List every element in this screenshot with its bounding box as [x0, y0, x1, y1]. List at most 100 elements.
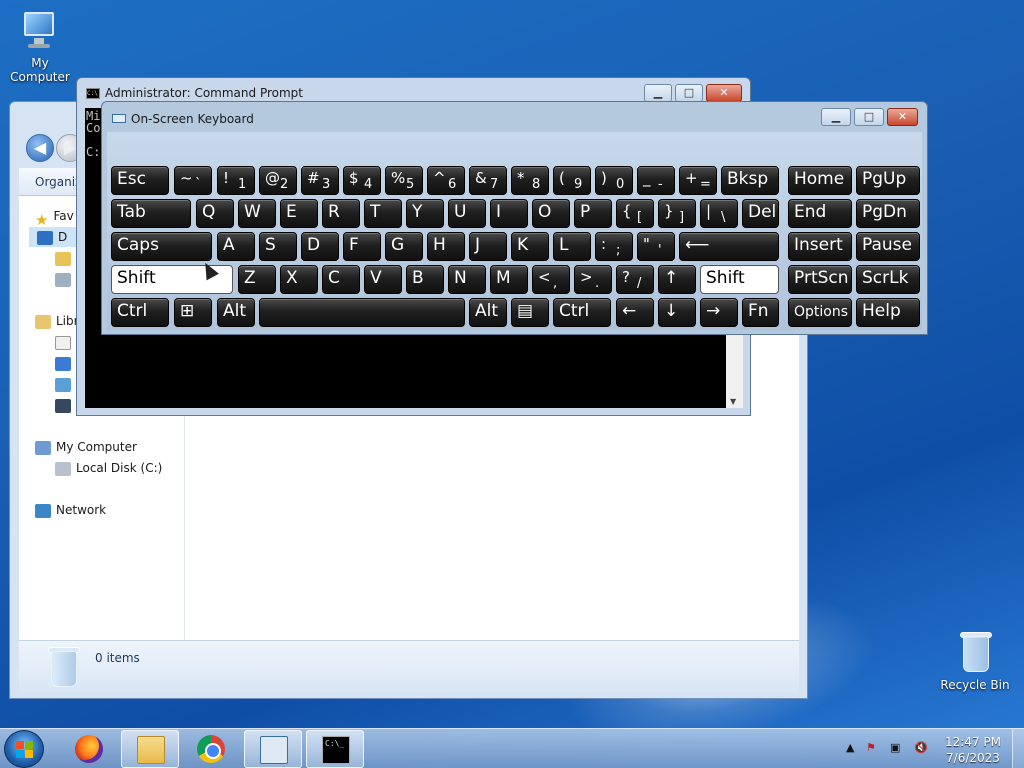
- sidebar-item-favorites[interactable]: ★ Fav: [35, 206, 74, 229]
- key-[interactable]: + =: [679, 166, 717, 195]
- start-button[interactable]: [4, 730, 44, 768]
- taskbar-firefox[interactable]: [60, 730, 118, 768]
- key-x[interactable]: X: [280, 265, 318, 294]
- organize-menu[interactable]: Organiz: [35, 175, 81, 189]
- key-prtscn[interactable]: PrtScn: [788, 265, 852, 294]
- sidebar-item-my-computer[interactable]: My Computer: [35, 437, 137, 457]
- key-[interactable]: }]: [658, 199, 696, 228]
- key-g[interactable]: G: [385, 232, 423, 261]
- taskbar-on-screen-keyboard[interactable]: [244, 730, 302, 768]
- volume-muted-icon[interactable]: 🔇: [914, 741, 928, 754]
- key-l[interactable]: L: [553, 232, 591, 261]
- key-k[interactable]: K: [511, 232, 549, 261]
- key-j[interactable]: J: [469, 232, 507, 261]
- key-[interactable]: <,: [532, 265, 570, 294]
- key-[interactable]: :;: [595, 232, 633, 261]
- back-button[interactable]: ◀: [26, 134, 54, 162]
- key-f[interactable]: F: [343, 232, 381, 261]
- key-r[interactable]: R: [322, 199, 360, 228]
- key-q[interactable]: Q: [196, 199, 234, 228]
- key-3[interactable]: #3: [301, 166, 339, 195]
- key-[interactable]: ←: [616, 298, 654, 327]
- key-t[interactable]: T: [364, 199, 402, 228]
- key-7[interactable]: & 7: [469, 166, 507, 195]
- key-pgdn[interactable]: PgDn: [856, 199, 920, 228]
- key-alt[interactable]: Alt: [217, 298, 255, 327]
- key-e[interactable]: E: [280, 199, 318, 228]
- key-options[interactable]: Options: [788, 298, 852, 327]
- action-center-icon[interactable]: ⚑: [866, 741, 876, 754]
- key-5[interactable]: % 5: [385, 166, 423, 195]
- key-alt[interactable]: Alt: [469, 298, 507, 327]
- key-pgup[interactable]: PgUp: [856, 166, 920, 195]
- desktop-icon-recycle-bin[interactable]: Recycle Bin: [935, 630, 1015, 692]
- key-del[interactable]: Del: [742, 199, 779, 228]
- taskbar-chrome[interactable]: [182, 730, 240, 768]
- key-[interactable]: ▤: [511, 298, 549, 327]
- taskbar-command-prompt[interactable]: C:\_: [306, 730, 364, 768]
- key-b[interactable]: B: [406, 265, 444, 294]
- key-y[interactable]: Y: [406, 199, 444, 228]
- key-bksp[interactable]: Bksp: [721, 166, 779, 195]
- key-2[interactable]: @2: [259, 166, 297, 195]
- key-p[interactable]: P: [574, 199, 612, 228]
- key-d[interactable]: D: [301, 232, 339, 261]
- sidebar-item-network[interactable]: Network: [35, 500, 106, 520]
- close-button[interactable]: ✕: [887, 108, 918, 126]
- key-fn[interactable]: Fn: [742, 298, 779, 327]
- key-[interactable]: | \: [700, 199, 738, 228]
- key-insert[interactable]: Insert: [788, 232, 852, 261]
- key-z[interactable]: Z: [238, 265, 276, 294]
- key-[interactable]: >.: [574, 265, 612, 294]
- key-scrlk[interactable]: ScrLk: [856, 265, 920, 294]
- key-w[interactable]: W: [238, 199, 276, 228]
- key-ctrl[interactable]: Ctrl: [111, 298, 169, 327]
- key-n[interactable]: N: [448, 265, 486, 294]
- show-hidden-icons-icon[interactable]: ▲: [846, 741, 854, 754]
- key-1[interactable]: ! 1: [217, 166, 255, 195]
- sidebar-item-local-disk[interactable]: Local Disk (C:): [55, 458, 162, 478]
- key-v[interactable]: V: [364, 265, 402, 294]
- key-m[interactable]: M: [490, 265, 528, 294]
- key-end[interactable]: End: [788, 199, 852, 228]
- desktop-icon-my-computer[interactable]: My Computer: [0, 8, 80, 84]
- minimize-button[interactable]: ▁: [821, 108, 851, 126]
- network-status-icon[interactable]: ▣: [890, 741, 900, 754]
- key-home[interactable]: Home: [788, 166, 852, 195]
- key-h[interactable]: H: [427, 232, 465, 261]
- key-[interactable]: ⟵: [679, 232, 779, 261]
- key-[interactable]: →: [700, 298, 738, 327]
- maximize-button[interactable]: □: [675, 84, 703, 102]
- key-u[interactable]: U: [448, 199, 486, 228]
- key-a[interactable]: A: [217, 232, 255, 261]
- key-c[interactable]: C: [322, 265, 360, 294]
- key-s[interactable]: S: [259, 232, 297, 261]
- key-[interactable]: ? /: [616, 265, 654, 294]
- key-4[interactable]: $4: [343, 166, 381, 195]
- key-[interactable]: _ -: [637, 166, 675, 195]
- key-[interactable]: ↓: [658, 298, 696, 327]
- key-tab[interactable]: Tab: [111, 199, 191, 228]
- maximize-button[interactable]: □: [854, 108, 884, 126]
- key-i[interactable]: I: [490, 199, 528, 228]
- key-[interactable]: " ': [637, 232, 675, 261]
- clock[interactable]: 12:47 PM 7/6/2023: [940, 734, 1006, 766]
- key-pause[interactable]: Pause: [856, 232, 920, 261]
- sidebar-item-libraries[interactable]: Libr: [35, 311, 79, 331]
- key-[interactable]: ~ `: [174, 166, 212, 195]
- key-8[interactable]: * 8: [511, 166, 549, 195]
- taskbar-explorer[interactable]: [121, 730, 179, 768]
- close-button[interactable]: ✕: [706, 84, 742, 102]
- key-[interactable]: {[: [616, 199, 654, 228]
- key-o[interactable]: O: [532, 199, 570, 228]
- key-9[interactable]: (9: [553, 166, 591, 195]
- show-desktop-button[interactable]: [1012, 729, 1024, 768]
- key-6[interactable]: ^ 6: [427, 166, 465, 195]
- key-esc[interactable]: Esc: [111, 166, 169, 195]
- key-[interactable]: ⊞: [174, 298, 212, 327]
- key-caps[interactable]: Caps: [111, 232, 212, 261]
- key-shift[interactable]: Shift: [700, 265, 779, 294]
- key-help[interactable]: Help: [856, 298, 920, 327]
- key-[interactable]: ↑: [658, 265, 696, 294]
- key-ctrl[interactable]: Ctrl: [553, 298, 611, 327]
